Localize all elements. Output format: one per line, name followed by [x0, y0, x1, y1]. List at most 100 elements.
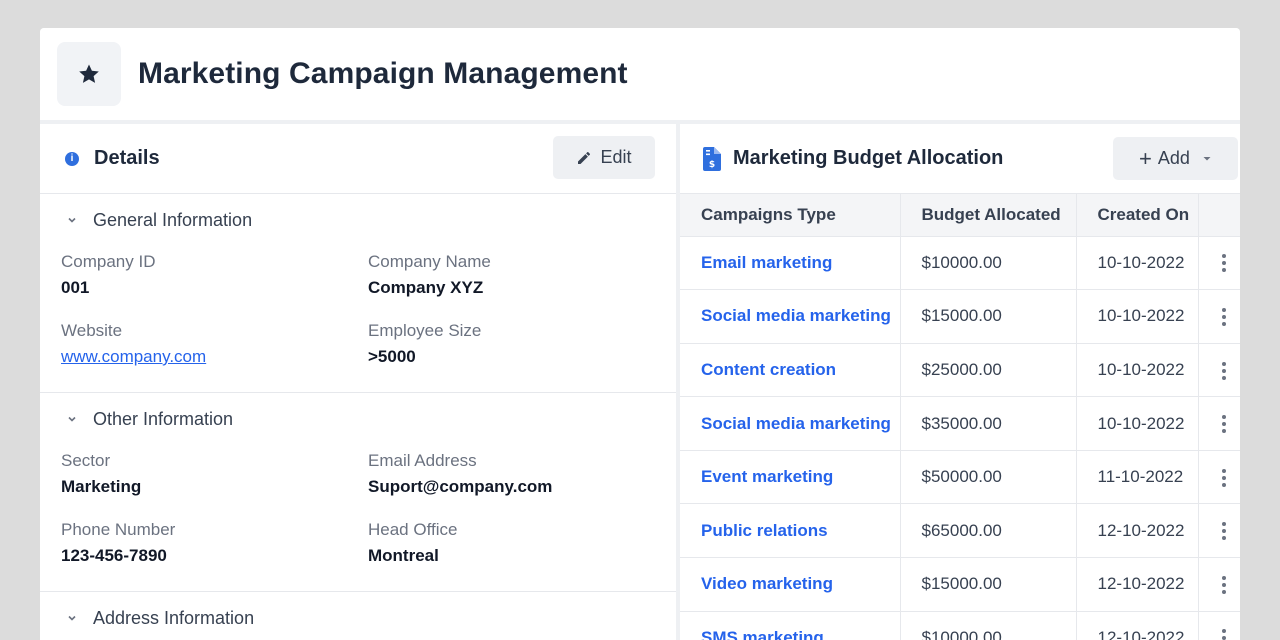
edit-button-label: Edit — [600, 147, 632, 167]
row-actions-button[interactable] — [1198, 236, 1240, 291]
add-dropdown-button[interactable]: + Add — [1113, 137, 1238, 180]
app-frame: Marketing Campaign Management i Details … — [40, 28, 1240, 640]
column-header-campaign-type[interactable]: Campaigns Type — [680, 194, 901, 237]
campaign-type-link[interactable]: Social media marketing — [680, 289, 901, 344]
chevron-down-icon — [67, 414, 77, 424]
field-label: Email Address — [368, 451, 477, 470]
page-header: Marketing Campaign Management — [40, 28, 1240, 120]
campaign-type-link[interactable]: Event marketing — [680, 450, 901, 505]
field-label: Company Name — [368, 252, 491, 271]
add-button-label: Add — [1157, 148, 1190, 168]
field-sector: Sector Marketing — [61, 445, 368, 514]
table-row: Event marketing $50000.00 11-10-2022 — [680, 450, 1240, 505]
page-title: Marketing Campaign Management — [138, 57, 628, 90]
column-header-actions — [1198, 194, 1240, 237]
budget-cell: $35000.00 — [900, 396, 1077, 451]
chevron-down-icon — [67, 613, 77, 623]
field-label: Employee Size — [368, 321, 482, 340]
field-value: Marketing — [61, 477, 142, 496]
kebab-menu-icon — [1222, 575, 1227, 594]
date-cell: 12-10-2022 — [1076, 611, 1199, 640]
section-address-information: Address Information — [40, 592, 676, 640]
field-value: Suport@company.com — [368, 477, 553, 496]
campaign-type-link[interactable]: Email marketing — [680, 236, 901, 291]
campaign-type-link[interactable]: Public relations — [680, 503, 901, 559]
column-header-created-on[interactable]: Created On — [1076, 194, 1199, 237]
field-value: 123-456-7890 — [61, 546, 167, 565]
field-head-office: Head Office Montreal — [368, 514, 676, 583]
budget-header: $ Marketing Budget Allocation + Add — [680, 124, 1240, 194]
table-row: Public relations $65000.00 12-10-2022 — [680, 503, 1240, 559]
section-other-information: Other Information Sector Marketing Email… — [40, 393, 676, 592]
date-cell: 12-10-2022 — [1076, 503, 1199, 559]
column-header-budget-allocated[interactable]: Budget Allocated — [900, 194, 1077, 237]
table-row: Social media marketing $15000.00 10-10-2… — [680, 289, 1240, 344]
field-label: Website — [61, 321, 123, 340]
field-label: Head Office — [368, 520, 458, 539]
row-actions-button[interactable] — [1198, 503, 1240, 559]
kebab-menu-icon — [1222, 522, 1227, 541]
row-actions-button[interactable] — [1198, 396, 1240, 451]
kebab-menu-icon — [1222, 415, 1227, 434]
kebab-menu-icon — [1222, 254, 1227, 273]
section-toggle-address[interactable]: Address Information — [40, 592, 676, 640]
caret-down-icon — [1202, 156, 1212, 162]
campaign-type-link[interactable]: Video marketing — [680, 557, 901, 612]
edit-button[interactable]: Edit — [553, 136, 655, 179]
table-row: SMS marketing $10000.00 12-10-2022 — [680, 611, 1240, 640]
field-value: Company XYZ — [368, 278, 484, 297]
budget-panel: $ Marketing Budget Allocation + Add Camp… — [680, 124, 1240, 640]
kebab-menu-icon — [1222, 307, 1227, 326]
row-actions-button[interactable] — [1198, 611, 1240, 640]
pencil-icon — [578, 151, 591, 164]
date-cell: 10-10-2022 — [1076, 236, 1199, 291]
info-icon: i — [65, 151, 79, 166]
invoice-document-icon: $ — [703, 146, 721, 171]
section-toggle-general[interactable]: General Information — [40, 194, 676, 246]
budget-cell: $65000.00 — [900, 503, 1077, 559]
kebab-menu-icon — [1222, 361, 1227, 380]
section-general-information: General Information Company ID 001 Compa… — [40, 194, 676, 393]
campaign-type-link[interactable]: Social media marketing — [680, 396, 901, 451]
row-actions-button[interactable] — [1198, 450, 1240, 505]
section-title: Other Information — [93, 408, 234, 429]
budget-cell: $10000.00 — [900, 236, 1077, 291]
chevron-down-icon — [67, 215, 77, 225]
details-title: Details — [94, 147, 160, 169]
kebab-menu-icon — [1222, 629, 1227, 640]
table-row: Content creation $25000.00 10-10-2022 — [680, 343, 1240, 398]
field-phone-number: Phone Number 123-456-7890 — [61, 514, 368, 583]
field-value: 001 — [61, 278, 90, 297]
field-employee-size: Employee Size >5000 — [368, 315, 676, 384]
svg-text:$: $ — [709, 160, 715, 170]
budget-cell: $10000.00 — [900, 611, 1077, 640]
table-row: Social media marketing $35000.00 10-10-2… — [680, 396, 1240, 451]
campaign-type-link[interactable]: Content creation — [680, 343, 901, 398]
kebab-menu-icon — [1222, 468, 1227, 487]
row-actions-button[interactable] — [1198, 289, 1240, 344]
plus-icon: + — [1139, 145, 1152, 171]
row-actions-button[interactable] — [1198, 557, 1240, 612]
header-icon-box — [57, 42, 121, 106]
budget-cell: $25000.00 — [900, 343, 1077, 398]
campaign-type-link[interactable]: SMS marketing — [680, 611, 901, 640]
section-title: General Information — [93, 209, 253, 230]
date-cell: 12-10-2022 — [1076, 557, 1199, 612]
table-row: Email marketing $10000.00 10-10-2022 — [680, 236, 1240, 291]
field-value: >5000 — [368, 347, 416, 366]
details-header: i Details Edit — [40, 124, 676, 194]
budget-cell: $50000.00 — [900, 450, 1077, 505]
table-row: Video marketing $15000.00 12-10-2022 — [680, 557, 1240, 612]
date-cell: 10-10-2022 — [1076, 343, 1199, 398]
budget-cell: $15000.00 — [900, 557, 1077, 612]
table-header-row: Campaigns Type Budget Allocated Created … — [680, 194, 1240, 237]
section-toggle-other[interactable]: Other Information — [40, 393, 676, 445]
row-actions-button[interactable] — [1198, 343, 1240, 398]
field-label: Company ID — [61, 252, 156, 271]
date-cell: 10-10-2022 — [1076, 289, 1199, 344]
budget-table: Campaigns Type Budget Allocated Created … — [680, 194, 1240, 640]
date-cell: 10-10-2022 — [1076, 396, 1199, 451]
website-link[interactable]: www.company.com — [61, 347, 206, 366]
field-company-name: Company Name Company XYZ — [368, 246, 676, 315]
field-label: Phone Number — [61, 520, 176, 539]
